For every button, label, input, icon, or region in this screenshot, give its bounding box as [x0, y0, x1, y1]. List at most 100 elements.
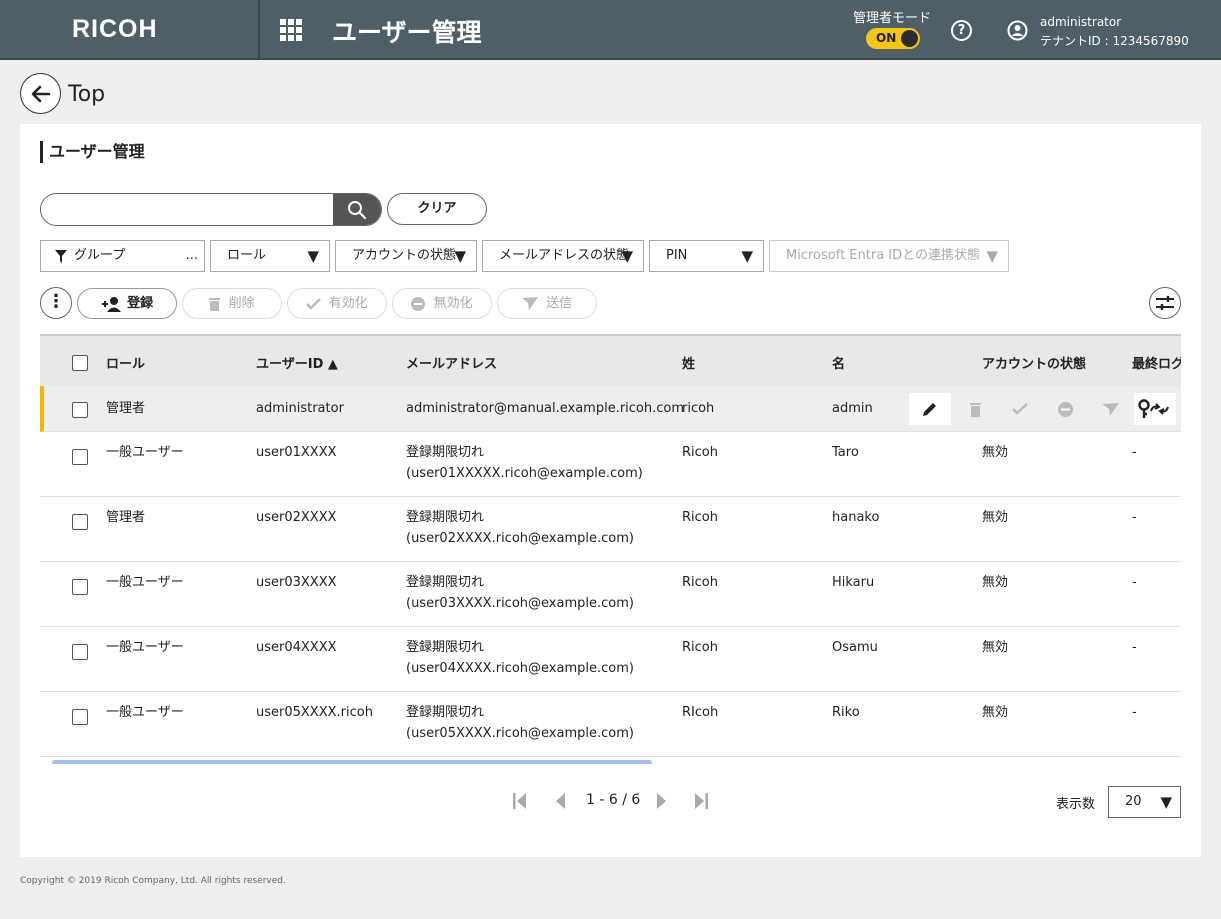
table-row[interactable]: 一般ユーザー user03XXXX 登録期限切れ (user03XXXX.ric…	[40, 562, 1181, 627]
row-role: 一般ユーザー	[106, 640, 184, 655]
row-account-status: 無効	[982, 640, 1009, 655]
row-email: (user03XXXX.ricoh@example.com)	[406, 596, 634, 611]
col-user-id[interactable]: ユーザーID ▲	[256, 353, 338, 372]
row-send-button	[1089, 393, 1131, 425]
scrollbar-thumb[interactable]	[52, 760, 652, 764]
row-first-name: admin	[832, 401, 873, 416]
help-icon[interactable]: ?	[951, 20, 972, 41]
arrow-left-icon	[31, 85, 51, 103]
row-first-name: hanako	[832, 510, 880, 525]
per-page-select[interactable]: 20 ▼	[1108, 786, 1181, 818]
delete-button: 削除	[182, 288, 282, 319]
last-page-icon[interactable]	[693, 792, 709, 810]
section-title: ユーザー管理	[40, 141, 145, 163]
row-disable-button	[1044, 393, 1086, 425]
col-account-status[interactable]: アカウントの状態	[982, 353, 1086, 372]
row-role: 管理者	[106, 510, 146, 525]
more-options-button[interactable]: ⋮	[40, 287, 72, 319]
first-page-icon[interactable]	[512, 792, 528, 810]
page-range: 1 - 6 / 6	[586, 792, 641, 808]
toggle-knob	[901, 30, 918, 47]
add-user-icon	[101, 296, 121, 312]
col-last-name[interactable]: 姓	[682, 353, 695, 372]
check-icon	[1012, 403, 1028, 415]
row-last-name: Ricoh	[682, 510, 718, 525]
register-button[interactable]: 登録	[77, 288, 177, 319]
pin-filter[interactable]: PIN ▼	[649, 240, 764, 272]
enable-label: 有効化	[328, 296, 368, 311]
pencil-icon	[923, 403, 936, 416]
row-user-id: user02XXXX	[256, 510, 337, 525]
role-filter-label: ロール	[227, 248, 267, 263]
row-last-login: -	[1132, 445, 1137, 460]
next-page-icon[interactable]	[653, 792, 669, 810]
select-all-checkbox[interactable]	[72, 355, 88, 371]
disable-label: 無効化	[433, 296, 473, 311]
row-user-id: user03XXXX	[256, 575, 337, 590]
search-button[interactable]	[333, 194, 381, 225]
search-box	[40, 193, 382, 226]
search-icon	[348, 201, 367, 220]
row-checkbox[interactable]	[72, 644, 88, 660]
back-button[interactable]	[20, 73, 61, 114]
account-status-filter[interactable]: アカウントの状態 ▼	[335, 240, 477, 272]
funnel-icon	[55, 250, 67, 263]
table-row[interactable]: 一般ユーザー user04XXXX 登録期限切れ (user04XXXX.ric…	[40, 627, 1181, 692]
row-first-name: Osamu	[832, 640, 878, 655]
row-role: 一般ユーザー	[106, 705, 184, 720]
clear-button[interactable]: クリア	[387, 193, 487, 225]
account-status-chevron-down-icon: ▼	[454, 247, 466, 265]
minus-circle-icon	[1057, 401, 1073, 417]
app-grid-icon[interactable]	[280, 19, 302, 41]
role-filter[interactable]: ロール ▼	[210, 240, 330, 272]
user-management-panel: ユーザー管理 クリア グループ ... ロール ▼ アカウントの状態 ▼ メール…	[20, 124, 1201, 857]
row-first-name: Riko	[832, 705, 860, 720]
row-role: 管理者	[106, 401, 146, 416]
col-role[interactable]: ロール	[106, 353, 145, 372]
pin-chevron-down-icon: ▼	[741, 247, 753, 265]
mail-status-chevron-down-icon: ▼	[621, 247, 633, 265]
back-label[interactable]: Top	[68, 82, 105, 107]
row-account-status: 無効	[982, 575, 1009, 590]
row-last-login: -	[1132, 510, 1137, 525]
row-email: administrator@manual.example.ricoh.com	[406, 401, 685, 416]
mail-status-filter[interactable]: メールアドレスの状態 ▼	[482, 240, 644, 272]
row-checkbox[interactable]	[72, 402, 88, 418]
horizontal-scrollbar[interactable]	[40, 760, 1181, 764]
table-row[interactable]: 管理者 administrator administrator@manual.e…	[40, 386, 1181, 432]
table-row[interactable]: 管理者 user02XXXX 登録期限切れ (user02XXXX.ricoh@…	[40, 497, 1181, 562]
admin-mode-toggle[interactable]: ON	[866, 28, 920, 49]
row-reset-key-button[interactable]	[1134, 393, 1176, 425]
col-first-name[interactable]: 名	[832, 353, 845, 372]
column-settings-button[interactable]	[1149, 287, 1181, 319]
mail-status-filter-label: メールアドレスの状態	[499, 248, 630, 263]
col-last-login[interactable]: 最終ログ	[1132, 353, 1181, 372]
minus-circle-icon	[411, 296, 426, 311]
admin-mode-label: 管理者モード	[852, 11, 931, 26]
user-account-icon[interactable]	[1007, 20, 1028, 41]
row-email-status: 登録期限切れ	[406, 445, 485, 460]
prev-page-icon[interactable]	[553, 792, 569, 810]
per-page-value: 20	[1125, 794, 1142, 809]
row-checkbox[interactable]	[72, 579, 88, 595]
check-icon	[306, 297, 322, 310]
ricoh-logo: RICOH	[72, 15, 158, 43]
row-checkbox[interactable]	[72, 449, 88, 465]
chevron-down-icon: ▼	[1160, 793, 1172, 811]
group-filter[interactable]: グループ ...	[40, 240, 205, 272]
row-edit-button[interactable]	[909, 393, 951, 425]
row-last-login: -	[1132, 640, 1137, 655]
table-row[interactable]: 一般ユーザー user05XXXX.ricoh 登録期限切れ (user05XX…	[40, 692, 1181, 757]
row-user-id: user05XXXX.ricoh	[256, 705, 373, 720]
delete-label: 削除	[228, 296, 255, 311]
table-header: ロール ユーザーID ▲ メールアドレス 姓 名 アカウントの状態 最終ログ	[40, 334, 1181, 386]
row-checkbox[interactable]	[72, 514, 88, 530]
col-email[interactable]: メールアドレス	[406, 353, 497, 372]
row-email-status: 登録期限切れ	[406, 510, 485, 525]
table-row[interactable]: 一般ユーザー user01XXXX 登録期限切れ (user01XXXXX.ri…	[40, 432, 1181, 497]
row-email-status: 登録期限切れ	[406, 640, 485, 655]
send-label: 送信	[546, 296, 573, 311]
row-first-name: Hikaru	[832, 575, 875, 590]
row-checkbox[interactable]	[72, 709, 88, 725]
search-input[interactable]	[41, 194, 333, 225]
